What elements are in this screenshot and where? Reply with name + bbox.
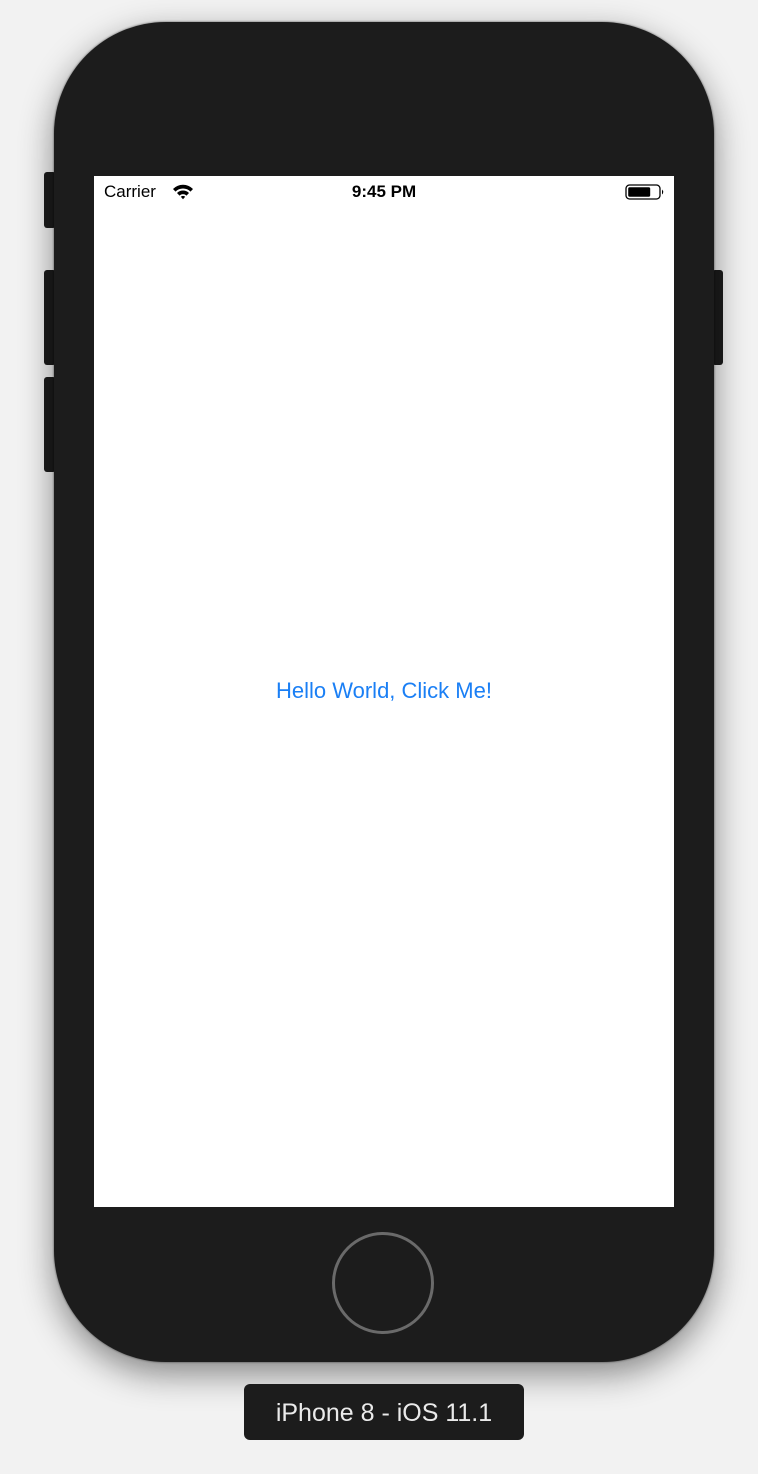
status-bar: Carrier 9:45 PM (94, 176, 674, 208)
hello-world-button[interactable]: Hello World, Click Me! (94, 678, 674, 704)
device-label: iPhone 8 - iOS 11.1 (244, 1384, 524, 1440)
battery-icon (625, 184, 664, 200)
home-button-icon[interactable] (332, 1232, 434, 1334)
status-clock: 9:45 PM (351, 182, 417, 201)
device-screen: Carrier 9:45 PM Hello World, Click Me! (94, 176, 674, 1207)
